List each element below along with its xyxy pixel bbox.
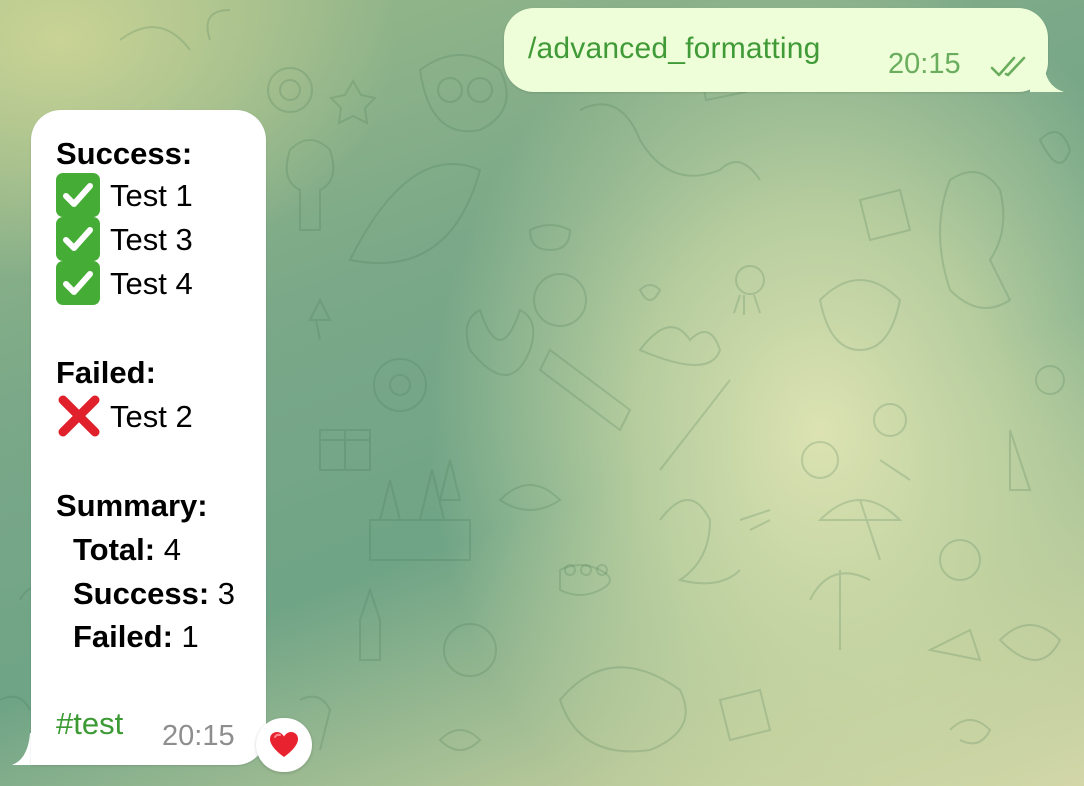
summary-label: Total: xyxy=(73,532,156,567)
summary-row-success: Success: 3 xyxy=(73,578,235,609)
success-item: Test 4 xyxy=(56,261,193,308)
hashtag-link[interactable]: #test xyxy=(56,706,123,742)
success-item: Test 1 xyxy=(56,173,193,220)
success-item-label: Test 1 xyxy=(110,178,193,214)
failed-item-label: Test 2 xyxy=(110,399,193,435)
summary-heading: Summary: xyxy=(56,488,208,523)
summary-row-total: Total: 4 xyxy=(73,534,181,565)
outgoing-message-text: /advanced_formatting xyxy=(528,32,821,65)
summary-label: Success: xyxy=(73,576,210,611)
green-check-icon xyxy=(56,217,100,261)
summary-value: 1 xyxy=(181,619,199,654)
summary-label: Failed: xyxy=(73,619,173,654)
success-item: Test 3 xyxy=(56,217,193,264)
failed-item: Test 2 xyxy=(56,393,193,442)
green-check-icon xyxy=(56,261,100,305)
outgoing-message-bubble[interactable]: /advanced_formatting 20:15 xyxy=(504,8,1048,92)
heart-reaction-badge[interactable] xyxy=(256,718,312,772)
success-item-label: Test 4 xyxy=(110,266,193,302)
outgoing-bubble-tail xyxy=(1030,60,1064,92)
failed-heading: Failed: xyxy=(56,355,156,390)
heart-icon xyxy=(270,732,298,757)
incoming-message-time: 20:15 xyxy=(162,720,235,752)
success-item-label: Test 3 xyxy=(110,222,193,258)
summary-value: 4 xyxy=(163,532,181,567)
success-heading: Success: xyxy=(56,136,193,171)
summary-value: 3 xyxy=(217,576,236,611)
outgoing-message-time: 20:15 xyxy=(888,48,961,80)
green-check-icon xyxy=(56,173,100,217)
red-cross-icon xyxy=(56,393,102,439)
incoming-message-bubble[interactable]: Success: Test 1 Test 3 Test 4 Failed: Te… xyxy=(31,110,266,765)
summary-row-failed: Failed: 1 xyxy=(73,621,199,652)
